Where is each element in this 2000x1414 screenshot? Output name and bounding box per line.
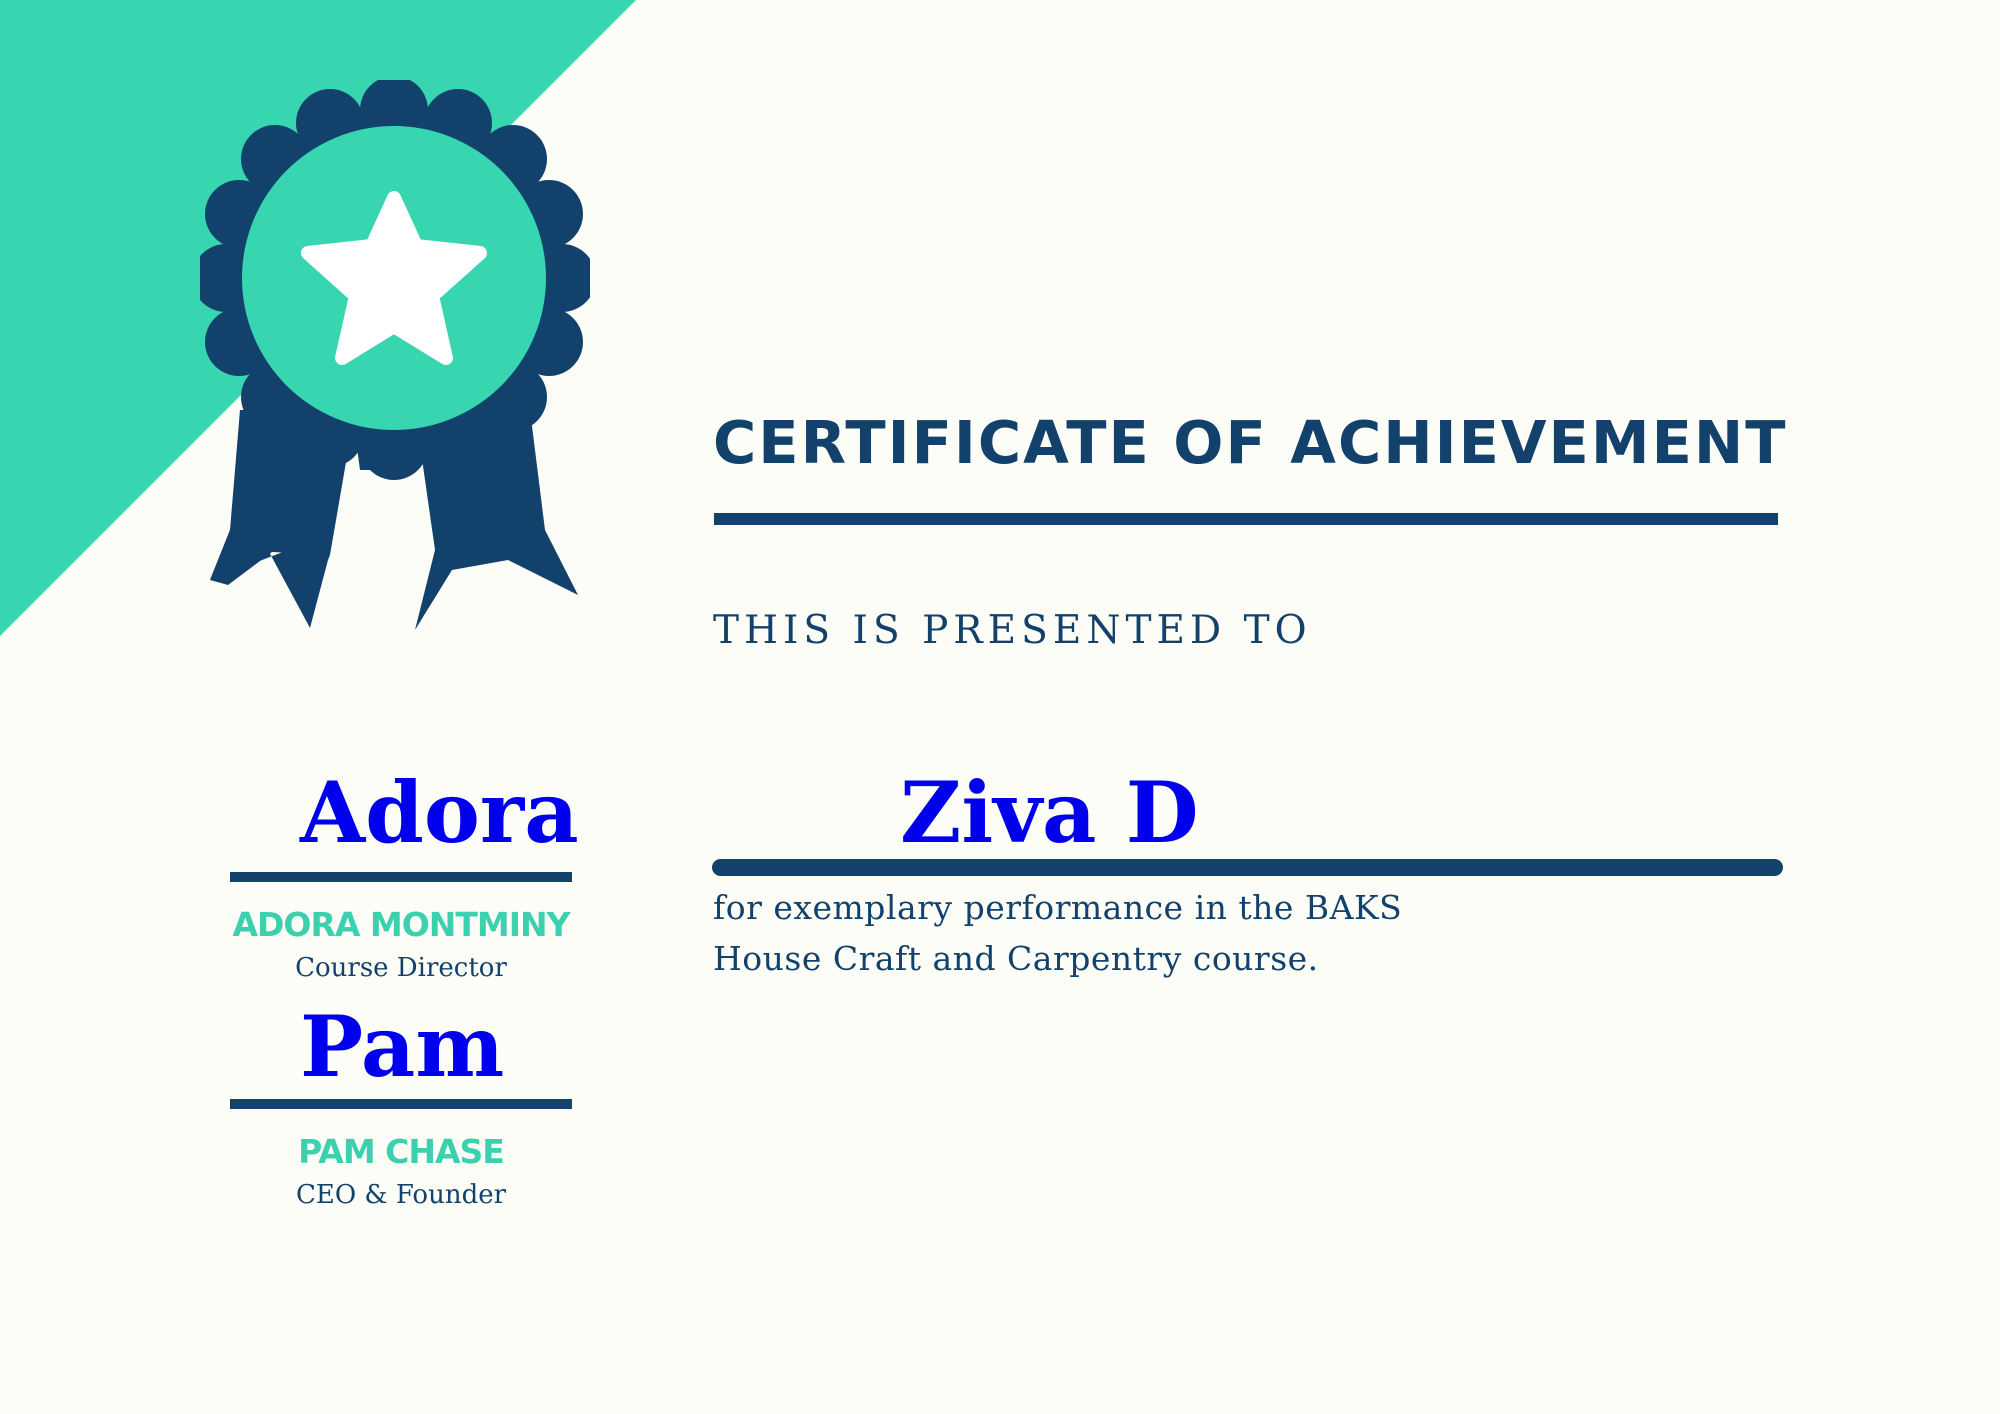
signer-role-1: Course Director [295,953,507,983]
certificate-title: CERTIFICATE OF ACHIEVEMENT [713,408,1788,477]
title-divider [714,513,1778,525]
presented-to-label: THIS IS PRESENTED TO [713,608,1312,653]
signature-line-1 [230,872,572,882]
recipient-name: Ziva D [900,763,1199,862]
signature-pam: Pam [300,997,505,1096]
signer-role-2: CEO & Founder [295,1180,507,1210]
recipient-name-line [712,859,1783,876]
rosette [200,80,590,480]
award-ribbon-icon [200,80,590,630]
signature-adora: Adora [300,763,579,862]
signer-name-2: PAM CHASE [298,1132,505,1171]
signer-name-1: ADORA MONTMINY [232,905,570,944]
achievement-description: for exemplary performance in the BAKS Ho… [713,888,1403,978]
signature-line-2 [230,1099,572,1109]
